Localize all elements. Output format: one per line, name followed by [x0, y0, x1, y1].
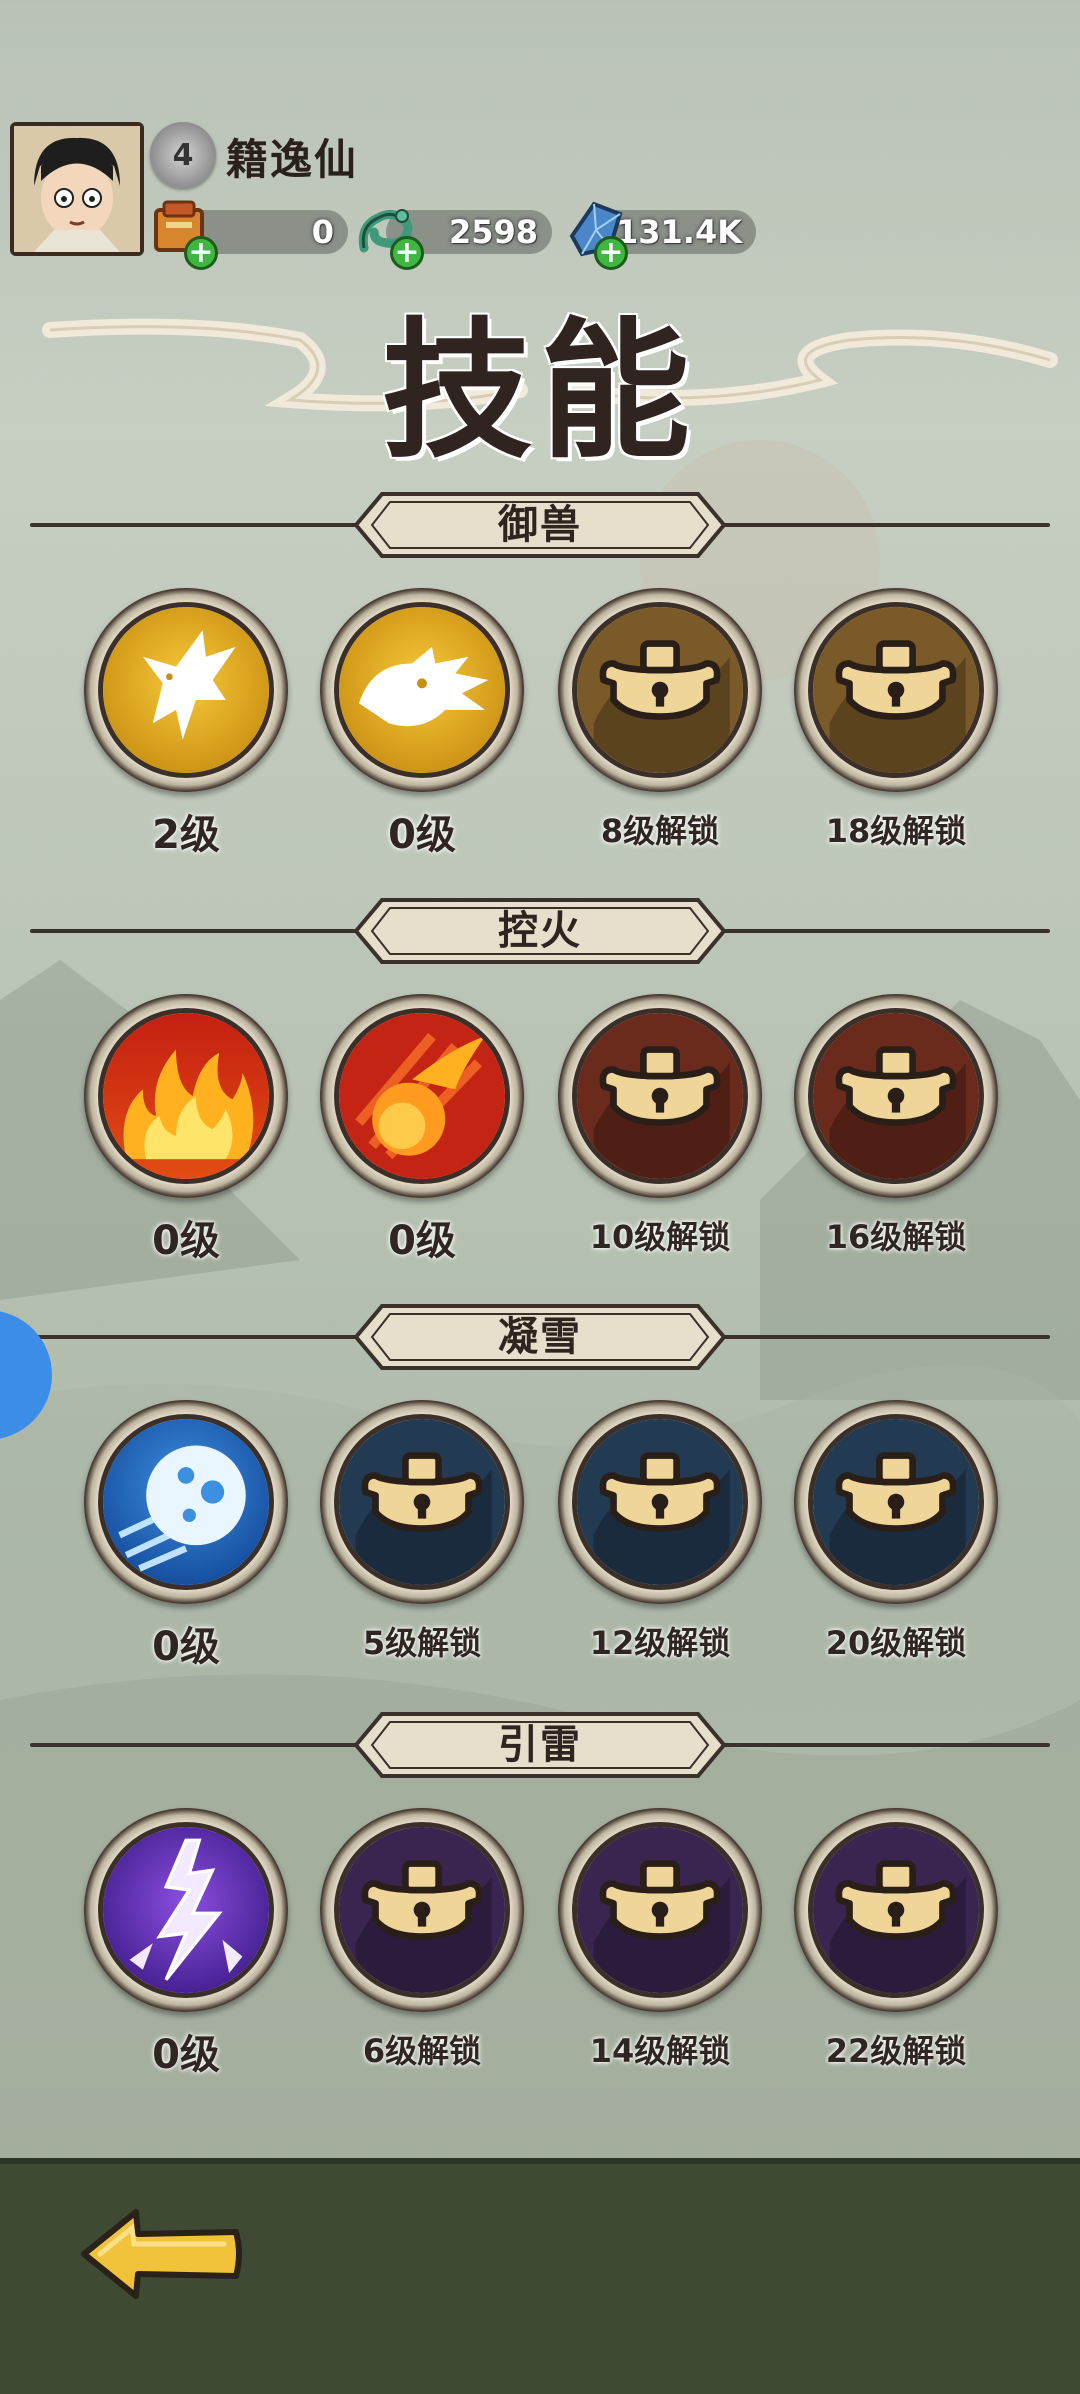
- resource-scroll-value: 0: [311, 213, 334, 251]
- player-name: 籍逸仙: [226, 135, 359, 184]
- section-header: 引雷: [0, 1708, 1080, 1782]
- lock-icon: [572, 1008, 748, 1184]
- lock-icon: [808, 602, 984, 778]
- add-crystal-button[interactable]: +: [594, 236, 628, 270]
- add-jade-button[interactable]: +: [390, 236, 424, 270]
- section-title: 控火: [498, 908, 582, 954]
- back-arrow-icon[interactable]: [76, 2204, 246, 2304]
- skill-slot-locked[interactable]: [558, 994, 762, 1198]
- skill-slot-locked[interactable]: [320, 1808, 524, 2012]
- skill-slot[interactable]: [84, 588, 288, 792]
- unlock-requirement-label: 8级解锁: [600, 812, 720, 850]
- skill-level-label: 0级: [152, 1624, 220, 1670]
- skill-slot-locked[interactable]: [558, 1808, 762, 2012]
- snowball-icon: [98, 1414, 274, 1590]
- dragon-head-icon: [334, 602, 510, 778]
- lock-icon: [808, 1822, 984, 1998]
- skill-level-label: 2级: [152, 812, 220, 858]
- skill-slot-locked[interactable]: [794, 994, 998, 1198]
- player-level: 4: [172, 137, 194, 173]
- section-divider-right: [720, 929, 1050, 933]
- flame-icon: [98, 1008, 274, 1184]
- skill-slot-locked[interactable]: [794, 1400, 998, 1604]
- section-title: 御兽: [498, 502, 582, 548]
- fireball-icon: [334, 1008, 510, 1184]
- skill-slot[interactable]: [320, 994, 524, 1198]
- player-avatar[interactable]: [10, 122, 144, 256]
- lock-icon: [572, 1414, 748, 1590]
- unlock-requirement-label: 16级解锁: [825, 1218, 967, 1256]
- unlock-requirement-label: 14级解锁: [589, 2032, 731, 2070]
- skill-slot-locked[interactable]: [558, 588, 762, 792]
- section-divider-left: [30, 523, 360, 527]
- unlock-requirement-label: 20级解锁: [825, 1624, 967, 1662]
- skill-slot[interactable]: [84, 1808, 288, 2012]
- skill-level-label: 0级: [388, 1218, 456, 1264]
- lock-icon: [334, 1822, 510, 1998]
- add-scroll-button[interactable]: +: [184, 236, 218, 270]
- unlock-requirement-label: 6级解锁: [362, 2032, 482, 2070]
- section-divider-left: [30, 1743, 360, 1747]
- lock-icon: [572, 1822, 748, 1998]
- player-level-badge: 4: [150, 122, 216, 188]
- skill-slot-locked[interactable]: [794, 588, 998, 792]
- section-title: 引雷: [498, 1722, 582, 1768]
- eagle-icon: [98, 602, 274, 778]
- skill-level-label: 0级: [152, 1218, 220, 1264]
- resource-crystal-value: 131.4K: [615, 213, 742, 251]
- lock-icon: [808, 1008, 984, 1184]
- unlock-requirement-label: 22级解锁: [825, 2032, 967, 2070]
- section-divider-left: [30, 929, 360, 933]
- lock-icon: [334, 1414, 510, 1590]
- unlock-requirement-label: 12级解锁: [589, 1624, 731, 1662]
- skill-slot[interactable]: [320, 588, 524, 792]
- skill-slot[interactable]: [84, 1400, 288, 1604]
- section-divider-right: [720, 523, 1050, 527]
- skill-level-label: 0级: [152, 2032, 220, 2078]
- lightning-icon: [98, 1822, 274, 1998]
- skill-slot[interactable]: [84, 994, 288, 1198]
- unlock-requirement-label: 18级解锁: [825, 812, 967, 850]
- unlock-requirement-label: 10级解锁: [589, 1218, 731, 1256]
- section-header: 御兽: [0, 488, 1080, 562]
- lock-icon: [808, 1414, 984, 1590]
- unlock-requirement-label: 5级解锁: [362, 1624, 482, 1662]
- section-divider-right: [720, 1743, 1050, 1747]
- lock-icon: [572, 602, 748, 778]
- skill-slot-locked[interactable]: [320, 1400, 524, 1604]
- avatar-portrait-icon: [14, 126, 140, 252]
- section-divider-left: [30, 1335, 360, 1339]
- resource-jade-value: 2598: [448, 213, 538, 251]
- section-title: 凝雪: [498, 1314, 582, 1360]
- section-header: 控火: [0, 894, 1080, 968]
- skill-slot-locked[interactable]: [794, 1808, 998, 2012]
- section-header: 凝雪: [0, 1300, 1080, 1374]
- section-divider-right: [720, 1335, 1050, 1339]
- skill-slot-locked[interactable]: [558, 1400, 762, 1604]
- skill-level-label: 0级: [388, 812, 456, 858]
- page-title: 技能: [381, 303, 698, 479]
